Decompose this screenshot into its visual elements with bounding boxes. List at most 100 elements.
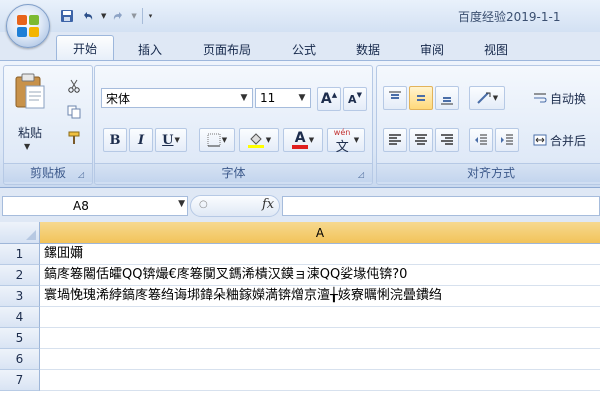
redo-icon[interactable] <box>109 7 127 25</box>
paste-dropdown-icon[interactable]: ▼ <box>24 142 30 151</box>
paste-icon <box>15 73 45 109</box>
cell-a2[interactable]: 鎬庝箞闂佸皬QQ锛熶€庝箞闃叉鎷浠樻汉鏌ョ湅QQ娑堟伅锛?0 <box>40 265 600 286</box>
copy-icon[interactable] <box>62 100 86 124</box>
italic-button[interactable]: I <box>129 128 153 152</box>
select-all-corner[interactable] <box>0 222 40 244</box>
tab-view[interactable]: 视图 <box>470 38 522 60</box>
row-header[interactable]: 2 <box>0 265 40 286</box>
font-name-dropdown-icon[interactable]: ▼ <box>238 91 250 105</box>
quick-access-toolbar: ▼ ▼ ▾ <box>58 6 152 26</box>
font-color-icon: A <box>291 130 308 149</box>
fill-color-dropdown-icon[interactable]: ▼ <box>266 136 271 144</box>
redo-dropdown-icon[interactable]: ▼ <box>131 12 136 20</box>
align-middle-button[interactable] <box>409 86 433 110</box>
borders-dropdown-icon[interactable]: ▼ <box>222 136 227 144</box>
fill-color-icon <box>247 133 264 148</box>
undo-icon[interactable] <box>79 7 97 25</box>
increase-indent-button[interactable] <box>495 128 519 152</box>
ribbon-tabs: 开始 插入 页面布局 公式 数据 审阅 视图 <box>0 32 600 61</box>
format-painter-icon[interactable] <box>62 126 86 150</box>
decrease-indent-button[interactable] <box>469 128 493 152</box>
font-group-label: 字体 <box>95 163 372 182</box>
wrap-text-icon <box>534 93 547 103</box>
align-top-button[interactable] <box>383 86 407 110</box>
row-header[interactable]: 3 <box>0 286 40 307</box>
borders-button[interactable]: ▼ <box>199 128 235 152</box>
tab-page-layout[interactable]: 页面布局 <box>188 38 266 60</box>
tab-review[interactable]: 审阅 <box>406 38 458 60</box>
orientation-dropdown-icon[interactable]: ▼ <box>493 94 498 102</box>
increase-indent-icon <box>501 134 513 145</box>
wrap-text-label: 自动换 <box>550 91 587 106</box>
clipboard-dialog-launcher-icon[interactable]: ◿ <box>78 170 88 180</box>
cell-a7[interactable] <box>40 370 600 391</box>
name-box-dropdown-icon[interactable]: ▼ <box>178 199 185 209</box>
row-header[interactable]: 6 <box>0 349 40 370</box>
phonetic-guide-char: 文 <box>335 140 349 155</box>
wrap-text-button[interactable]: 自动换 <box>533 88 600 108</box>
document-title: 百度经验2019-1-1 <box>458 10 561 24</box>
save-icon[interactable] <box>58 7 76 25</box>
row-header[interactable]: 4 <box>0 307 40 328</box>
column-header-a[interactable]: A <box>40 222 600 244</box>
grow-font-icon: A <box>320 91 332 107</box>
tab-home[interactable]: 开始 <box>56 35 114 61</box>
orientation-icon <box>477 92 491 104</box>
bold-button[interactable]: B <box>103 128 127 152</box>
phonetic-guide-button[interactable]: wén 文 ▼ <box>327 128 365 155</box>
font-name-combo[interactable]: 宋体 ▼ <box>101 88 253 108</box>
font-color-button[interactable]: A ▼ <box>283 128 323 152</box>
cell-a4[interactable] <box>40 307 600 328</box>
grow-font-button[interactable]: A ▲ <box>317 87 341 111</box>
formula-bar-handle-icon[interactable]: ○ <box>199 199 208 210</box>
borders-icon <box>207 133 221 147</box>
merge-center-button[interactable]: 合并后 <box>533 130 600 150</box>
underline-icon: U <box>162 132 174 148</box>
align-bottom-icon <box>441 97 453 105</box>
ribbon: 粘贴 ▼ 剪贴板 ◿ 宋体 ▼ 11 ▼ A ▲ A ▼ B I U ▼ ▼ ▼… <box>0 60 600 188</box>
orientation-button[interactable]: ▼ <box>469 86 505 110</box>
title-bar: ▼ ▼ ▾ 百度经验2019-1-1 <box>0 0 600 48</box>
align-left-button[interactable] <box>383 128 407 152</box>
cut-icon[interactable] <box>62 74 86 98</box>
row-header[interactable]: 1 <box>0 244 40 265</box>
undo-dropdown-icon[interactable]: ▼ <box>101 12 106 20</box>
bold-icon: B <box>109 132 121 148</box>
font-size-dropdown-icon[interactable]: ▼ <box>296 91 308 105</box>
tab-insert[interactable]: 插入 <box>124 38 176 60</box>
formula-bar: A8 ▼ ○ fx <box>0 192 600 220</box>
cell-a6[interactable] <box>40 349 600 370</box>
formula-input[interactable] <box>282 196 600 216</box>
row-header[interactable]: 7 <box>0 370 40 391</box>
align-bottom-button[interactable] <box>435 86 459 110</box>
font-name-value: 宋体 <box>106 91 131 106</box>
cell-a1[interactable]: 鏍囬嬭 <box>40 244 600 265</box>
phonetic-guide-dropdown-icon[interactable]: ▼ <box>354 136 359 144</box>
underline-button[interactable]: U ▼ <box>155 128 187 152</box>
name-box[interactable]: A8 ▼ <box>2 196 188 216</box>
align-center-button[interactable] <box>409 128 433 152</box>
office-button[interactable] <box>6 4 50 48</box>
customize-qat-icon[interactable]: ▾ <box>149 12 153 20</box>
align-right-button[interactable] <box>435 128 459 152</box>
underline-dropdown-icon[interactable]: ▼ <box>174 136 179 144</box>
insert-function-icon[interactable]: fx <box>262 197 274 212</box>
shrink-font-button[interactable]: A ▼ <box>343 87 367 111</box>
row-header[interactable]: 5 <box>0 328 40 349</box>
font-color-dropdown-icon[interactable]: ▼ <box>309 136 314 144</box>
worksheet-grid: A 1 鏍囬嬭 2 鎬庝箞闂佸皬QQ锛熶€庝箞闃叉鎷浠樻汉鏌ョ湅QQ娑堟伅锛?0… <box>0 222 600 400</box>
tab-data[interactable]: 数据 <box>342 38 394 60</box>
italic-icon: I <box>137 132 145 148</box>
phonetic-guide-icon: wén 文 <box>333 128 353 155</box>
fill-color-button[interactable]: ▼ <box>239 128 279 152</box>
cell-a5[interactable] <box>40 328 600 349</box>
font-color-letter: A <box>294 130 306 146</box>
cell-a3[interactable]: 寰堝悗瑰浠綍鎬庝箞绉诲垹鍏朵粬鎵嬫満锛熷京澶╁姟寮曞悧浣曡鐨绉 <box>40 286 600 307</box>
font-dialog-launcher-icon[interactable]: ◿ <box>358 170 368 180</box>
font-size-combo[interactable]: 11 ▼ <box>255 88 311 108</box>
align-left-icon <box>389 134 401 145</box>
paste-button[interactable]: 粘贴 ▼ <box>10 72 50 152</box>
font-group: 宋体 ▼ 11 ▼ A ▲ A ▼ B I U ▼ ▼ ▼ A ▼ wén 文 … <box>94 65 373 185</box>
tab-formulas[interactable]: 公式 <box>278 38 330 60</box>
align-right-icon <box>441 134 453 145</box>
